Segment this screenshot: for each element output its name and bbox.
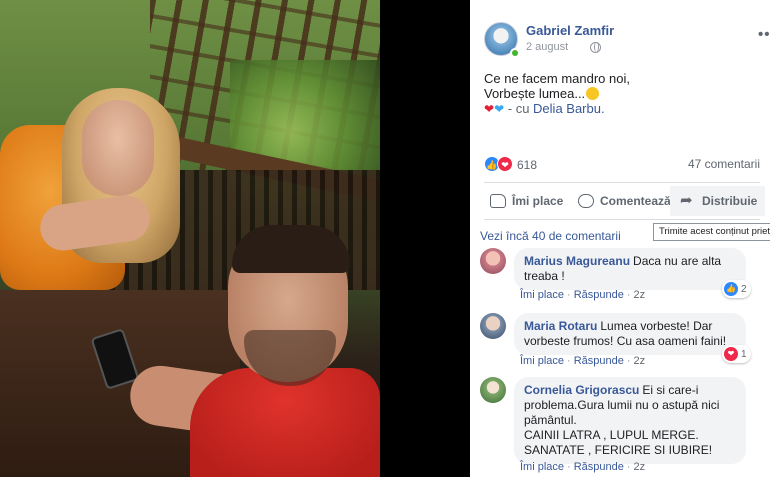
comment-time[interactable]: 2z xyxy=(634,289,646,301)
like-label: Îmi place xyxy=(512,194,564,208)
viewer-background xyxy=(380,0,470,477)
post-text-line-2: Vorbește lumea... xyxy=(484,86,586,101)
comment-item: Maria Rotaru Lumea vorbeste! Dar vorbeste… xyxy=(480,313,770,373)
post-tag-line: ❤❤ - cu Delia Barbu. xyxy=(484,101,754,117)
blue-heart-icon: ❤ xyxy=(494,102,505,116)
comment-like-link[interactable]: Îmi place xyxy=(520,461,564,473)
commenter-avatar[interactable] xyxy=(480,377,506,403)
share-tooltip: Trimite acest conținut prieten xyxy=(653,223,770,241)
share-button[interactable]: Distribuie xyxy=(670,186,766,216)
commenter-name[interactable]: Maria Rotaru xyxy=(524,319,597,333)
man-hair xyxy=(232,225,350,273)
love-reaction-icon[interactable]: ❤ xyxy=(497,156,513,172)
commenter-avatar[interactable] xyxy=(480,313,506,339)
reactions-bar: 👍 ❤ 618 47 comentarii xyxy=(484,155,760,173)
comment-reactions[interactable]: ❤ 1 xyxy=(722,345,751,363)
comment-meta: Îmi place · Răspunde · 2z xyxy=(520,461,646,473)
share-icon xyxy=(680,191,696,209)
author-name[interactable]: Gabriel Zamfir xyxy=(526,23,614,38)
globe-icon[interactable] xyxy=(590,42,601,53)
commenter-avatar[interactable] xyxy=(480,248,506,274)
commenter-name[interactable]: Marius Magureanu xyxy=(524,254,630,268)
like-icon: 👍 xyxy=(724,282,738,296)
comment-reply-link[interactable]: Răspunde xyxy=(574,289,624,301)
red-heart-icon: ❤ xyxy=(484,102,495,116)
more-options-icon[interactable]: ••• xyxy=(758,26,770,43)
thinking-emoji-icon xyxy=(586,87,600,100)
post-text-line: Ce ne facem mandro noi, xyxy=(484,71,630,86)
comment-reply-link[interactable]: Răspunde xyxy=(574,355,624,367)
online-status-icon xyxy=(510,48,520,58)
post-header: Gabriel Zamfir 2 august ••• xyxy=(484,20,770,60)
post-date[interactable]: 2 august xyxy=(526,41,568,53)
comment-like-link[interactable]: Îmi place xyxy=(520,289,564,301)
woman-face xyxy=(82,100,154,196)
comment-like-link[interactable]: Îmi place xyxy=(520,355,564,367)
comment-text-line: SANATATE , FERICIRE SI IUBIRE! xyxy=(524,443,713,457)
comment-meta: Îmi place · Răspunde · 2z xyxy=(520,289,646,301)
reaction-count[interactable]: 618 xyxy=(517,158,537,172)
divider xyxy=(484,182,760,183)
post-photo[interactable] xyxy=(0,0,380,477)
with-label: - cu xyxy=(507,101,530,116)
comment-item: Marius Magureanu Daca nu are alta treaba … xyxy=(480,248,770,308)
tagged-person-link[interactable]: Delia Barbu. xyxy=(533,101,605,116)
post-text-line: Vorbește lumea... xyxy=(484,86,754,101)
post-text: Ce ne facem mandro noi, Vorbește lumea..… xyxy=(484,71,754,117)
comment-time[interactable]: 2z xyxy=(634,355,646,367)
comment-time[interactable]: 2z xyxy=(634,461,646,473)
comment-text-line: CAINII LATRA , LUPUL MERGE. xyxy=(524,428,699,442)
comment-reaction-count: 2 xyxy=(741,283,747,295)
commenter-name[interactable]: Cornelia Grigorascu xyxy=(524,383,639,397)
share-label: Distribuie xyxy=(702,194,758,208)
thumbs-up-icon xyxy=(490,194,506,208)
heart-icon: ❤ xyxy=(724,347,738,361)
comment-icon xyxy=(578,194,594,208)
comment-reactions[interactable]: 👍 2 xyxy=(722,280,751,298)
comment-bubble: Maria Rotaru Lumea vorbeste! Dar vorbeste… xyxy=(514,313,746,355)
comment-reply-link[interactable]: Răspunde xyxy=(574,461,624,473)
post-actions: Îmi place Comentează Distribuie xyxy=(484,186,770,216)
comment-reaction-count: 1 xyxy=(741,348,747,360)
comment-bubble: Cornelia Grigorascu Ei si care-i problema… xyxy=(514,377,746,464)
view-more-comments-link[interactable]: Vezi încă 40 de comentarii xyxy=(480,229,621,243)
comments-count[interactable]: 47 comentarii xyxy=(688,157,760,171)
comment-label: Comentează xyxy=(600,194,671,208)
like-button[interactable]: Îmi place xyxy=(490,186,563,216)
comment-button[interactable]: Comentează xyxy=(578,186,671,216)
divider xyxy=(484,219,760,220)
comment-meta: Îmi place · Răspunde · 2z xyxy=(520,355,646,367)
comment-bubble: Marius Magureanu Daca nu are alta treaba … xyxy=(514,248,746,290)
comment-item: Cornelia Grigorascu Ei si care-i problema… xyxy=(480,377,770,477)
